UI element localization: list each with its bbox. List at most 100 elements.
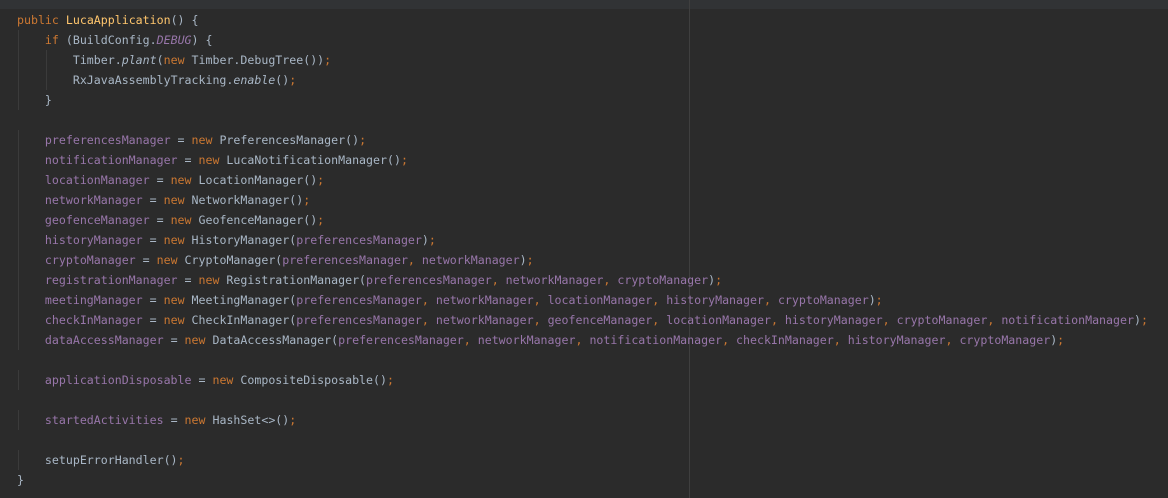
indent-guide bbox=[46, 50, 47, 70]
code-token: enable bbox=[233, 73, 276, 87]
code-token: = bbox=[135, 253, 157, 267]
code-token: (BuildConfig. bbox=[58, 33, 157, 47]
code-token: Timber. bbox=[72, 53, 122, 67]
code-token: networkManager bbox=[435, 313, 534, 327]
code-token: new bbox=[184, 413, 206, 427]
code-line[interactable]: applicationDisposable = new CompositeDis… bbox=[0, 370, 1168, 390]
code-token: ; bbox=[526, 253, 534, 267]
code-token: meetingManager bbox=[44, 293, 143, 307]
code-token: ; bbox=[289, 73, 297, 87]
code-token: historyManager bbox=[847, 333, 946, 347]
code-token: , bbox=[603, 273, 618, 287]
code-line[interactable]: setupErrorHandler(); bbox=[0, 450, 1168, 470]
code-token: ; bbox=[177, 453, 185, 467]
code-line[interactable]: locationManager = new LocationManager(); bbox=[0, 170, 1168, 190]
indent-guide bbox=[18, 230, 19, 250]
code-line[interactable]: geofenceManager = new GeofenceManager(); bbox=[0, 210, 1168, 230]
indent-guide bbox=[18, 30, 19, 50]
code-token: new bbox=[212, 373, 234, 387]
code-token: = bbox=[142, 193, 164, 207]
code-token: HashSet<>() bbox=[205, 413, 290, 427]
code-token: if bbox=[44, 33, 59, 47]
code-token: registrationManager bbox=[44, 273, 178, 287]
code-line[interactable]: RxJavaAssemblyTracking.enable(); bbox=[0, 70, 1168, 90]
code-token: = bbox=[142, 293, 164, 307]
code-line[interactable]: dataAccessManager = new DataAccessManage… bbox=[0, 330, 1168, 350]
code-line[interactable]: notificationManager = new LucaNotificati… bbox=[0, 150, 1168, 170]
code-line[interactable]: networkManager = new NetworkManager(); bbox=[0, 190, 1168, 210]
code-token: HistoryManager( bbox=[184, 233, 297, 247]
code-token: cryptoManager bbox=[959, 333, 1051, 347]
code-token: = bbox=[163, 413, 185, 427]
code-token: ; bbox=[317, 213, 325, 227]
code-line[interactable]: preferencesManager = new PreferencesMana… bbox=[0, 130, 1168, 150]
code-line[interactable] bbox=[0, 110, 1168, 130]
code-token: ; bbox=[386, 373, 394, 387]
code-area[interactable]: public LucaApplication() { if (BuildConf… bbox=[0, 10, 1168, 490]
code-token: , bbox=[833, 333, 848, 347]
code-token: ; bbox=[289, 413, 297, 427]
code-token: ) { bbox=[191, 33, 213, 47]
indent-guide bbox=[18, 150, 19, 170]
code-token: networkManager bbox=[477, 333, 576, 347]
code-line[interactable]: if (BuildConfig.DEBUG) { bbox=[0, 30, 1168, 50]
code-token: new bbox=[156, 253, 178, 267]
code-token: new bbox=[163, 53, 185, 67]
code-token: ; bbox=[715, 273, 723, 287]
code-editor[interactable]: public LucaApplication() { if (BuildConf… bbox=[0, 0, 1168, 498]
code-line[interactable]: Timber.plant(new Timber.DebugTree()); bbox=[0, 50, 1168, 70]
code-line[interactable]: cryptoManager = new CryptoManager(prefer… bbox=[0, 250, 1168, 270]
code-token: new bbox=[163, 193, 185, 207]
code-token: preferencesManager bbox=[296, 233, 422, 247]
code-line[interactable]: startedActivities = new HashSet<>(); bbox=[0, 410, 1168, 430]
code-token: , bbox=[575, 333, 590, 347]
code-token: networkManager bbox=[435, 293, 534, 307]
code-token: LocationManager() bbox=[191, 173, 318, 187]
code-token: ; bbox=[1057, 333, 1065, 347]
code-line[interactable]: } bbox=[0, 90, 1168, 110]
code-line[interactable]: public LucaApplication() { bbox=[0, 10, 1168, 30]
code-token: = bbox=[142, 233, 164, 247]
indent-guide bbox=[18, 290, 19, 310]
code-token: , bbox=[533, 293, 548, 307]
code-token: ; bbox=[1140, 313, 1148, 327]
code-line[interactable] bbox=[0, 390, 1168, 410]
code-token: NetworkManager() bbox=[184, 193, 304, 207]
code-line[interactable]: checkInManager = new CheckInManager(pref… bbox=[0, 310, 1168, 330]
code-token: LucaApplication bbox=[65, 13, 171, 27]
code-token: RegistrationManager( bbox=[219, 273, 367, 287]
code-token: ; bbox=[875, 293, 883, 307]
indent-guide bbox=[18, 170, 19, 190]
code-line[interactable]: meetingManager = new MeetingManager(pref… bbox=[0, 290, 1168, 310]
code-token: ) bbox=[1133, 313, 1141, 327]
code-token: = bbox=[170, 133, 192, 147]
code-line[interactable] bbox=[0, 430, 1168, 450]
code-token: = bbox=[177, 153, 199, 167]
code-token: new bbox=[163, 313, 185, 327]
code-token: locationManager bbox=[547, 293, 653, 307]
code-token: = bbox=[149, 213, 171, 227]
code-line[interactable]: registrationManager = new RegistrationMa… bbox=[0, 270, 1168, 290]
code-token: applicationDisposable bbox=[44, 373, 192, 387]
code-token: ; bbox=[359, 133, 367, 147]
code-token: locationManager bbox=[666, 313, 771, 327]
code-token: DataAccessManager( bbox=[205, 333, 339, 347]
code-token: setupErrorHandler() bbox=[44, 453, 178, 467]
indent-guide bbox=[18, 210, 19, 230]
code-line[interactable]: historyManager = new HistoryManager(pref… bbox=[0, 230, 1168, 250]
code-token: notificationManager bbox=[44, 153, 178, 167]
code-line[interactable]: } bbox=[0, 470, 1168, 490]
code-token: () { bbox=[170, 13, 199, 27]
code-line[interactable] bbox=[0, 350, 1168, 370]
code-token: public bbox=[17, 13, 59, 27]
code-token: , bbox=[945, 333, 960, 347]
code-token: = bbox=[149, 173, 171, 187]
